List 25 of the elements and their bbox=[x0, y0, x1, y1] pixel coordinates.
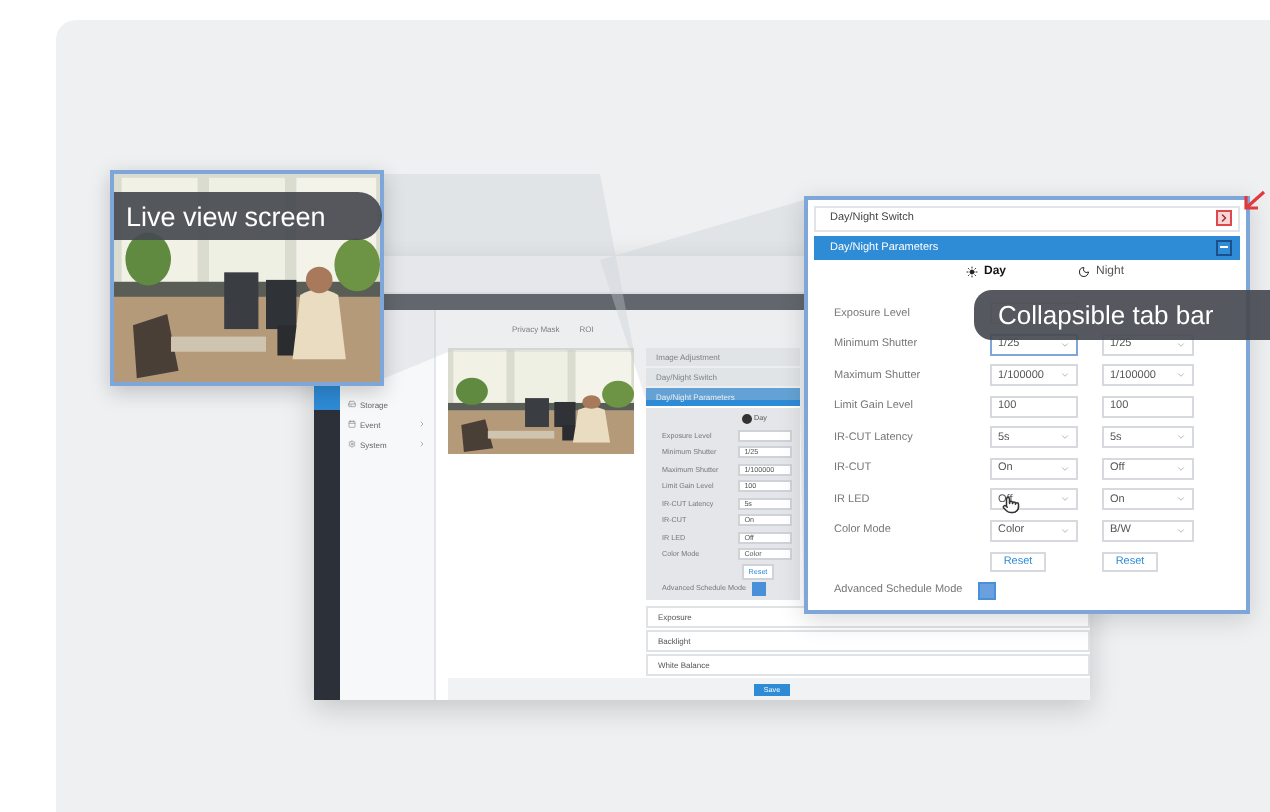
dropdown-icon bbox=[1176, 339, 1186, 350]
dropdown-icon bbox=[1060, 525, 1070, 536]
checkbox[interactable] bbox=[978, 581, 996, 600]
sun-icon bbox=[966, 266, 978, 279]
dropdown-icon bbox=[1176, 525, 1186, 536]
nav-icon bbox=[348, 400, 356, 408]
checkbox[interactable] bbox=[751, 581, 766, 595]
dropdown-icon bbox=[1060, 370, 1070, 381]
nav-icon bbox=[348, 440, 356, 448]
collapse-button[interactable] bbox=[1216, 239, 1232, 256]
expand-button[interactable] bbox=[1216, 210, 1232, 227]
dropdown-icon bbox=[1176, 494, 1186, 505]
dropdown-icon bbox=[1060, 463, 1070, 474]
dropdown-icon bbox=[1060, 432, 1070, 443]
callout-label: Collapsible tab bar bbox=[974, 290, 1270, 340]
dropdown-icon bbox=[1176, 463, 1186, 474]
select-field[interactable] bbox=[738, 429, 792, 441]
dropdown-icon bbox=[1060, 339, 1070, 350]
dropdown-icon bbox=[1176, 370, 1186, 381]
dropdown-icon bbox=[1060, 494, 1070, 505]
moon-icon bbox=[1078, 266, 1090, 279]
nav-icon bbox=[348, 420, 356, 428]
callout-label: Live view screen bbox=[114, 192, 382, 240]
pointer-arrow bbox=[1242, 190, 1266, 212]
dropdown-icon bbox=[1176, 432, 1186, 443]
